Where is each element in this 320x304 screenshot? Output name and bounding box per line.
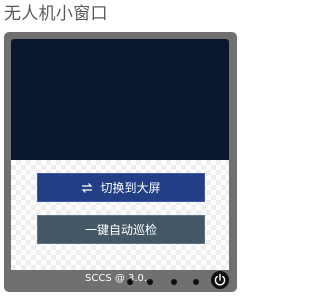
drone-video-feed[interactable] xyxy=(11,39,229,160)
page-dot-3[interactable] xyxy=(171,279,177,285)
swap-arrows-icon xyxy=(81,182,93,194)
switch-button-label: 切换到大屏 xyxy=(100,181,161,195)
patrol-button-label: 一键自动巡检 xyxy=(84,223,157,237)
page-dot-1[interactable] xyxy=(127,279,133,285)
footer-bar: SCCS @ 3.0. xyxy=(11,270,229,290)
window-title: 无人机小窗口 xyxy=(4,4,108,24)
switch-to-big-screen-button[interactable]: 切换到大屏 xyxy=(37,173,205,202)
power-button[interactable] xyxy=(211,271,229,289)
app-root: 无人机小窗口 切换到大屏 一键自动巡检 SCCS @ 3.0. xyxy=(0,0,244,304)
page-dot-2[interactable] xyxy=(147,279,153,285)
page-dot-4[interactable] xyxy=(193,279,199,285)
footer-version-text: SCCS @ 3.0. xyxy=(85,273,148,284)
auto-patrol-button[interactable]: 一键自动巡检 xyxy=(37,215,205,244)
power-icon xyxy=(213,273,227,287)
